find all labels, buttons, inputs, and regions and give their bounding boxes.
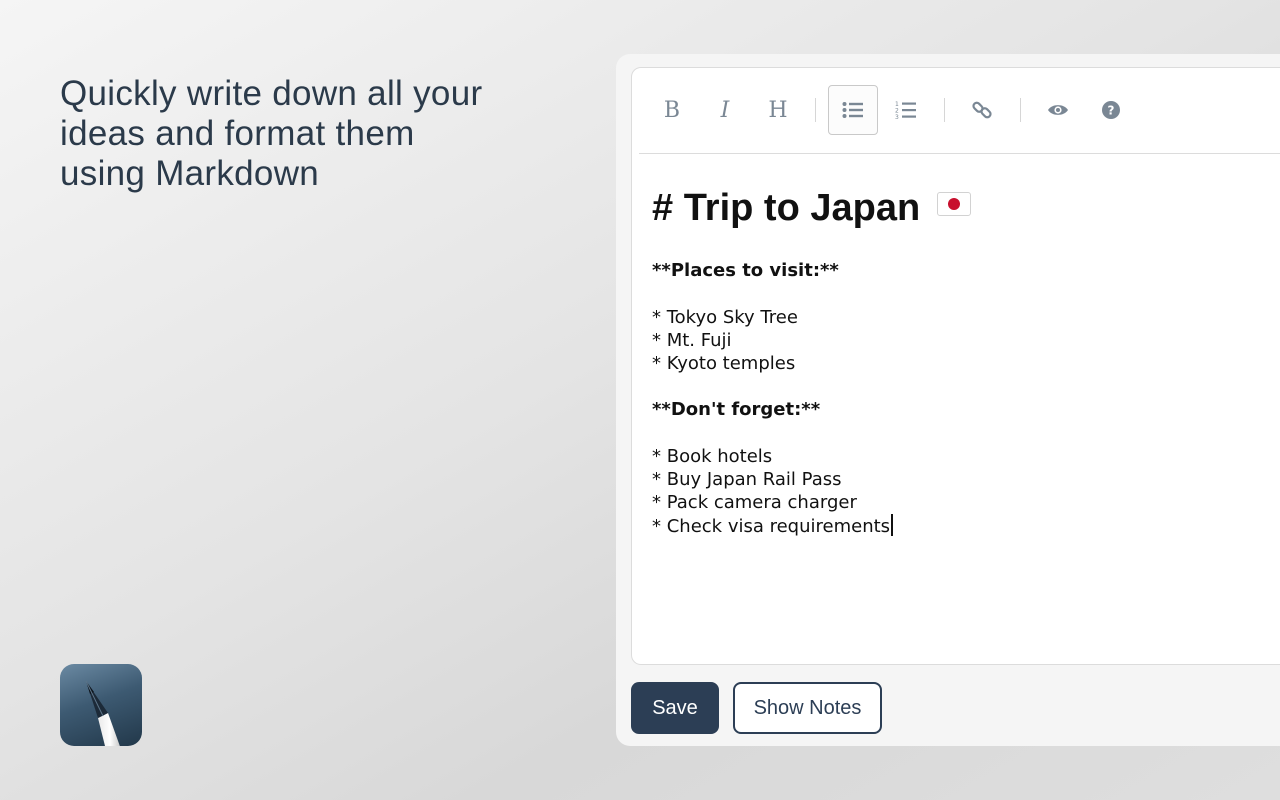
question-icon: ? [1102,101,1120,119]
section-title-places: **Places to visit:** [652,260,839,282]
list-item: * Book hotels [652,445,773,467]
text-caret [891,514,893,537]
section-title-dont-forget: **Don't forget:** [652,399,821,421]
toolbar-divider [944,98,945,122]
list-item: * Kyoto temples [652,352,796,374]
headline-line-3: using Markdown [60,154,320,193]
heading-icon: H [768,97,788,123]
italic-button[interactable]: I [700,85,750,135]
italic-icon: I [720,97,730,123]
bold-icon: B [663,97,681,123]
editor-content[interactable]: # Trip to Japan **Places to visit:** * T… [652,180,1280,537]
headline-line-2: ideas and format them [60,114,415,153]
list-item-with-caret: * Check visa requirements [652,514,1280,537]
numbered-list-icon: 1 2 3 [895,101,916,120]
heading-text: # Trip to Japan [652,187,921,229]
preview-button[interactable] [1033,85,1083,135]
save-button[interactable]: Save [631,682,719,734]
editor-panel: B I H 1 2 3 ? # Trip to Japan **Places t… [616,54,1280,746]
bold-button[interactable]: B [647,85,697,135]
toolbar-divider [815,98,816,122]
link-icon [972,101,992,119]
unordered-list-button[interactable] [828,85,878,135]
help-button[interactable]: ? [1086,85,1136,135]
bullet-list-icon [842,102,863,118]
svg-text:?: ? [1108,104,1115,118]
toolbar-divider [1020,98,1021,122]
pen-icon [85,680,120,746]
list-item: * Mt. Fuji [652,329,732,351]
svg-text:3: 3 [895,114,899,120]
app-icon [60,664,142,746]
show-notes-button[interactable]: Show Notes [733,682,882,734]
ordered-list-button[interactable]: 1 2 3 [881,85,931,135]
eye-icon [1048,105,1068,115]
list-item: * Buy Japan Rail Pass [652,468,842,490]
list-item: * Tokyo Sky Tree [652,306,798,328]
marketing-headline: Quickly write down all your ideas and fo… [60,74,540,194]
markdown-heading-line: # Trip to Japan [652,180,1280,236]
editor-toolbar: B I H 1 2 3 ? [639,68,1280,154]
list-item: * Check visa requirements [652,516,891,538]
headline-line-1: Quickly write down all your [60,74,483,113]
markdown-editor[interactable]: B I H 1 2 3 ? # Trip to Japan **Places t… [631,67,1280,665]
list-item: * Pack camera charger [652,492,857,514]
heading-button[interactable]: H [753,85,803,135]
japan-flag-icon [936,192,971,216]
link-button[interactable] [957,85,1007,135]
